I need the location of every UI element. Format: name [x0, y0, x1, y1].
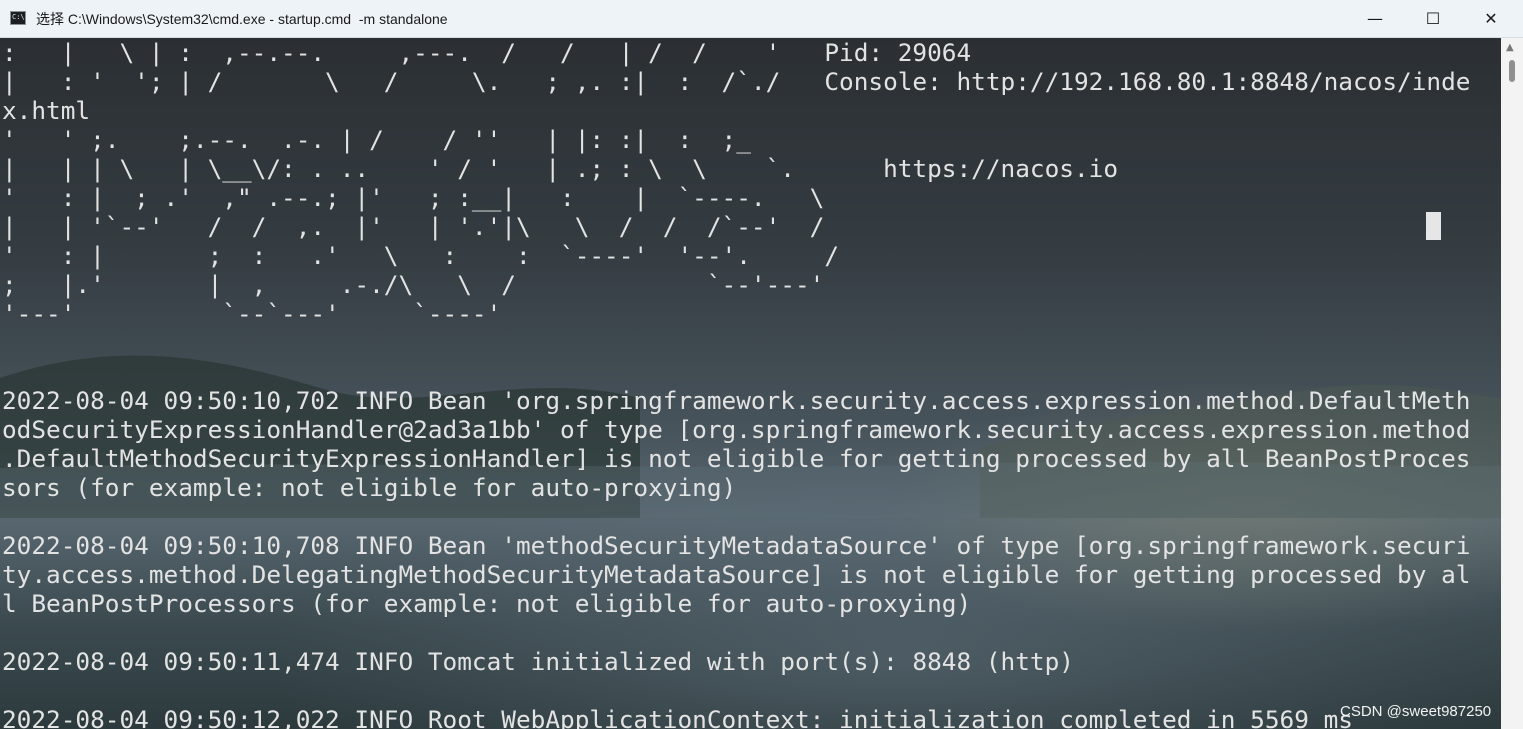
maximize-button[interactable]: ☐	[1404, 0, 1462, 37]
cmd-app-icon: C:\	[10, 11, 26, 25]
console-line: l BeanPostProcessors (for example: not e…	[2, 589, 972, 618]
console-line: ' : | ; : .' \ : : `----' '--'. /	[2, 241, 840, 270]
console-line: | : ' '; | / \ / \. ; ,. :| : /`./ Conso…	[2, 67, 1471, 96]
console-line: ty.access.method.DelegatingMethodSecurit…	[2, 560, 1471, 589]
maximize-icon: ☐	[1425, 9, 1441, 28]
console-line: '---' `--`---' `----'	[2, 299, 502, 328]
minimize-button[interactable]: —	[1346, 0, 1404, 37]
console-line: | | '`--' / / ,. |' | '.'|\ \ / / /`--' …	[2, 212, 825, 241]
console-line: odSecurityExpressionHandler@2ad3a1bb' of…	[2, 415, 1471, 444]
csdn-watermark: CSDN @sweet987250	[1340, 703, 1492, 720]
console-line: ; |.' | , .-./\ \ / `--'---'	[2, 270, 825, 299]
console-line: : | \ | : ,--.--. ,---. / / | / / ' Pid:…	[2, 38, 972, 67]
console-line: ' ' ;. ;.--. .-. | / / '' | |: :| : ;_	[2, 125, 751, 154]
console-line: | | | \ | \__\/: . .. ' / ' | .; : \ \ `…	[2, 154, 1119, 183]
close-button[interactable]: ✕	[1462, 0, 1520, 37]
title-bar[interactable]: C:\ 选择 C:\Windows\System32\cmd.exe - sta…	[0, 0, 1523, 38]
console-line: 2022-08-04 09:50:10,708 INFO Bean 'metho…	[2, 531, 1471, 560]
minimize-icon: —	[1367, 9, 1383, 28]
console-line: 2022-08-04 09:50:11,474 INFO Tomcat init…	[2, 647, 1074, 676]
scroll-up-arrow-icon[interactable]: ▲	[1506, 42, 1514, 53]
console-line: 2022-08-04 09:50:10,702 INFO Bean 'org.s…	[2, 386, 1471, 415]
window-title: 选择 C:\Windows\System32\cmd.exe - startup…	[36, 11, 448, 27]
console-line: .DefaultMethodSecurityExpressionHandler]…	[2, 444, 1471, 473]
cmd-app-icon-text: C:\	[12, 13, 25, 21]
console-line: x.html	[2, 96, 91, 125]
close-icon: ✕	[1484, 9, 1498, 28]
console-line: sors (for example: not eligible for auto…	[2, 473, 737, 502]
terminal-output-area[interactable]: : | \ | : ,--.--. ,---. / / | / / ' Pid:…	[0, 38, 1501, 729]
console-line: 2022-08-04 09:50:12,022 INFO Root WebApp…	[2, 705, 1353, 729]
console-line: ' : | ; .' ," .--.; |' ; :__| : | `----.…	[2, 183, 825, 212]
text-cursor	[1426, 212, 1441, 240]
vertical-scrollbar[interactable]: ▲	[1501, 38, 1523, 729]
scroll-thumb[interactable]	[1509, 60, 1515, 82]
console-text: : | \ | : ,--.--. ,---. / / | / / ' Pid:…	[2, 38, 1470, 729]
